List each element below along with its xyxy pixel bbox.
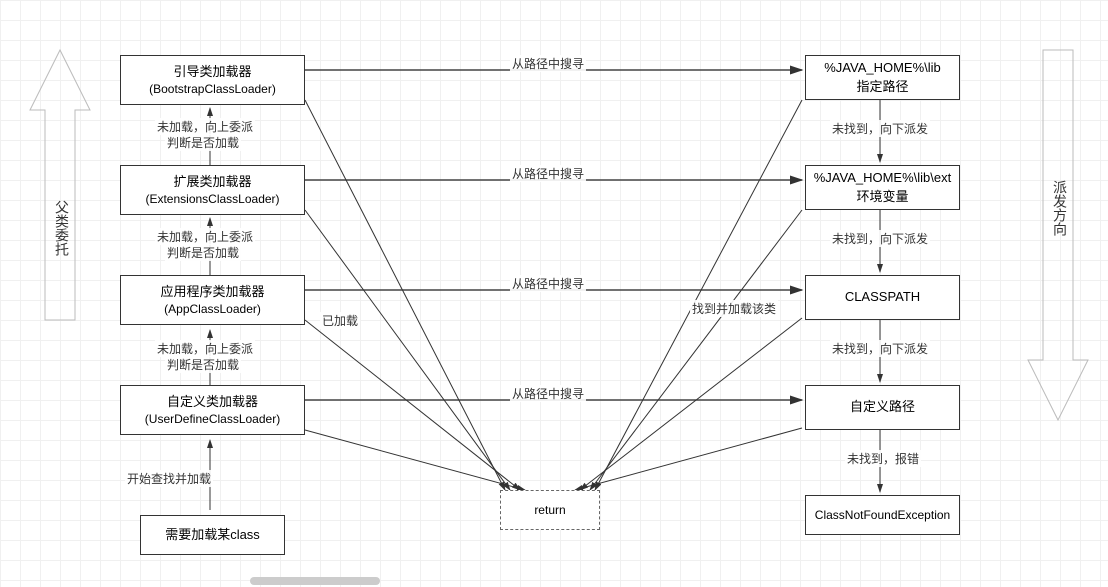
label-delegate-3a: 未加载，向上委派	[155, 118, 255, 135]
box-custom-path: 自定义路径	[805, 385, 960, 430]
box-extension-loader: 扩展类加载器 (ExtensionsClassLoader)	[120, 165, 305, 215]
box-line2: 指定路径	[856, 78, 908, 96]
label-notfound-2: 未找到，向下派发	[830, 230, 930, 247]
box-sub: (BootstrapClassLoader)	[149, 81, 276, 98]
label-delegate-1b: 判断是否加载	[165, 356, 241, 373]
box-line1: %JAVA_HOME%\lib	[824, 59, 941, 77]
box-title: 引导类加载器	[173, 63, 251, 81]
box-title: 需要加载某class	[165, 526, 260, 544]
label-notfound-err: 未找到，报错	[845, 450, 921, 467]
right-arrow-label: 派发方向	[1050, 180, 1070, 236]
box-return: return	[500, 490, 600, 530]
box-sub: (AppClassLoader)	[164, 301, 261, 318]
label-delegate-2a: 未加载，向上委派	[155, 228, 255, 245]
label-search-2: 从路径中搜寻	[510, 165, 586, 182]
box-line1: 自定义路径	[850, 398, 915, 416]
label-notfound-1: 未找到，向下派发	[830, 120, 930, 137]
box-title: 自定义类加载器	[167, 393, 258, 411]
label-search-4: 从路径中搜寻	[510, 385, 586, 402]
box-sub: (UserDefineClassLoader)	[145, 411, 280, 428]
box-title: 应用程序类加载器	[160, 283, 264, 301]
box-app-loader: 应用程序类加载器 (AppClassLoader)	[120, 275, 305, 325]
box-javahome-ext: %JAVA_HOME%\lib\ext 环境变量	[805, 165, 960, 210]
label-delegate-1a: 未加载，向上委派	[155, 340, 255, 357]
label-loaded: 已加载	[320, 312, 360, 329]
box-cnf-exception: ClassNotFoundException	[805, 495, 960, 535]
box-user-loader: 自定义类加载器 (UserDefineClassLoader)	[120, 385, 305, 435]
label-start-load: 开始查找并加载	[125, 470, 213, 487]
box-bootstrap-loader: 引导类加载器 (BootstrapClassLoader)	[120, 55, 305, 105]
box-line1: ClassNotFoundException	[815, 507, 950, 524]
label-delegate-3b: 判断是否加载	[165, 134, 241, 151]
label-notfound-3: 未找到，向下派发	[830, 340, 930, 357]
box-title: 扩展类加载器	[173, 173, 251, 191]
left-arrow-label: 父类委托	[52, 200, 72, 256]
box-line2: 环境变量	[856, 188, 908, 206]
box-sub: (ExtensionsClassLoader)	[145, 191, 279, 208]
box-line1: %JAVA_HOME%\lib\ext	[814, 169, 952, 187]
return-label: return	[534, 503, 565, 517]
box-javahome-lib: %JAVA_HOME%\lib 指定路径	[805, 55, 960, 100]
label-search-3: 从路径中搜寻	[510, 275, 586, 292]
label-found-load: 找到并加载该类	[690, 300, 778, 317]
box-line1: CLASSPATH	[845, 288, 920, 306]
box-classpath: CLASSPATH	[805, 275, 960, 320]
horizontal-scrollbar[interactable]	[250, 577, 380, 585]
label-search-1: 从路径中搜寻	[510, 55, 586, 72]
label-delegate-2b: 判断是否加载	[165, 244, 241, 261]
box-need-class: 需要加载某class	[140, 515, 285, 555]
